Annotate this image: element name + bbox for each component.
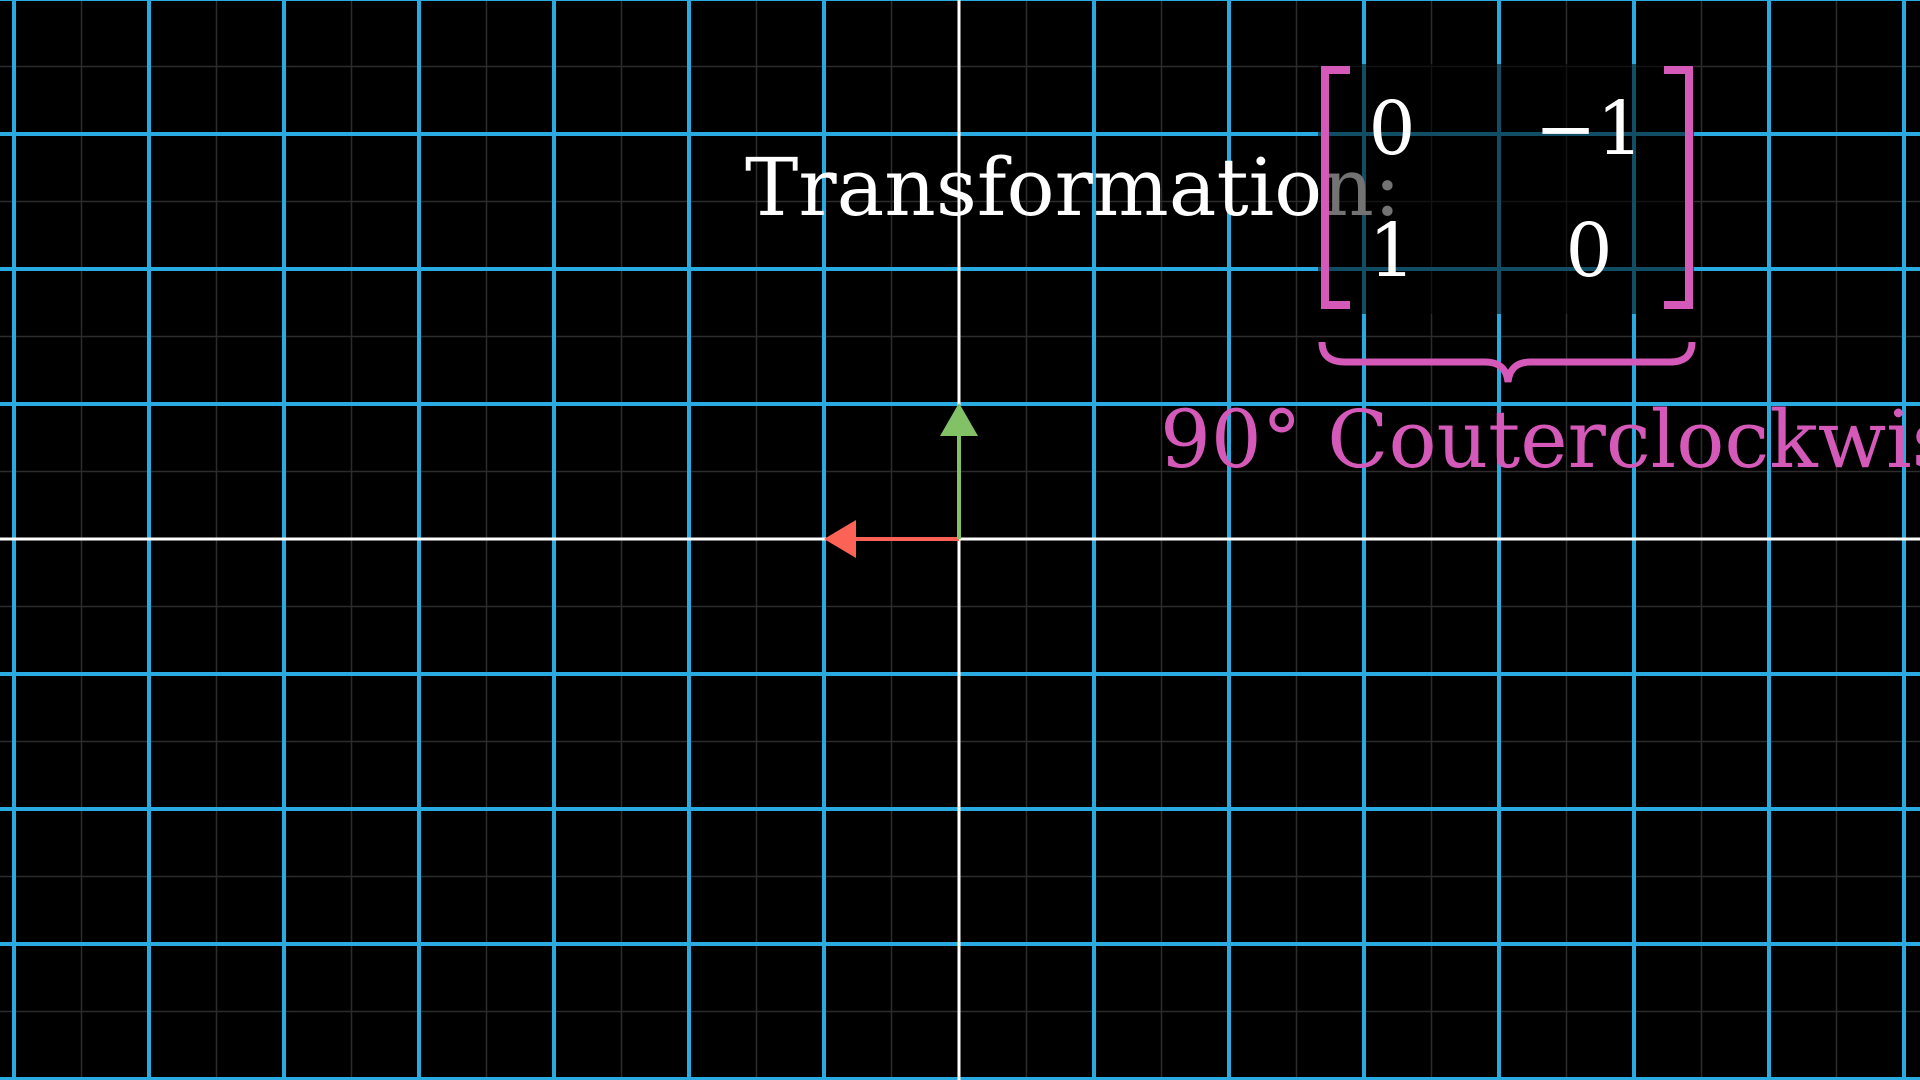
- linear-transformation-scene: Transformation: 0 −1 1 0 90° Couterclock…: [0, 0, 1920, 1080]
- underbrace: [1318, 341, 1696, 383]
- matrix-entry-row1-col2: −1: [1534, 86, 1644, 172]
- rotation-caption: 90° Couterclockwise: [1160, 393, 1920, 486]
- matrix-entry-row1-col1: 0: [1368, 86, 1416, 172]
- matrix-entry-row2-col2: 0: [1565, 208, 1613, 294]
- matrix-entry-row2-col1: 1: [1368, 208, 1416, 294]
